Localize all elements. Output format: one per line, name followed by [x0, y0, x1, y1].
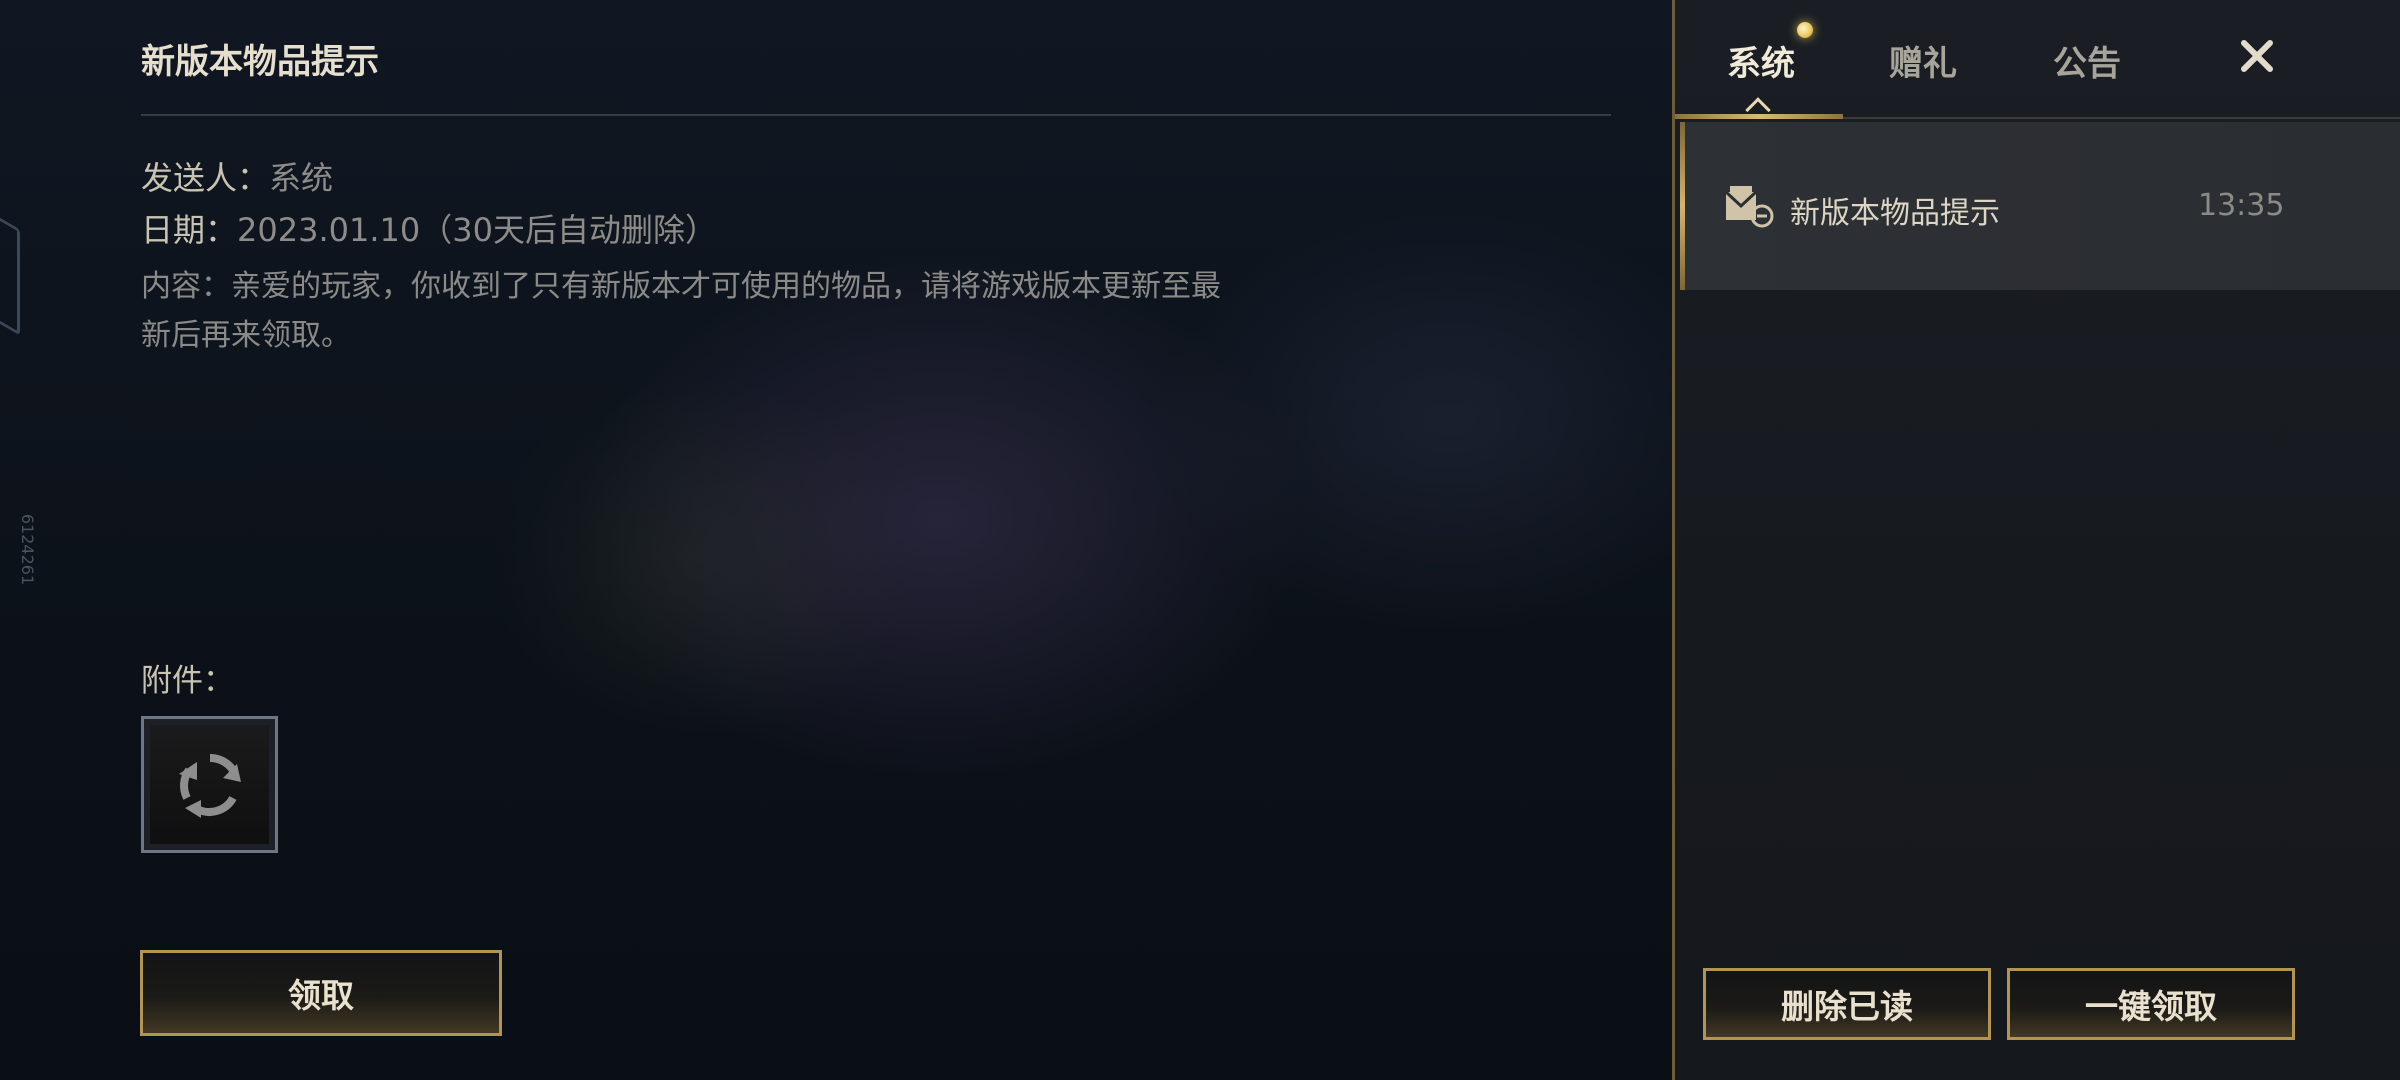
date-line: 日期：2023.01.10（30天后自动删除）	[141, 205, 717, 251]
unread-dot-icon	[1797, 22, 1813, 38]
sender-label: 发送人：	[141, 159, 270, 197]
tab-notice[interactable]: 公告	[2053, 36, 2121, 85]
claim-button[interactable]: 领取	[140, 950, 502, 1036]
selected-indicator	[1680, 122, 1685, 290]
mail-detail-title: 新版本物品提示	[141, 42, 379, 82]
mail-item-title: 新版本物品提示	[1790, 196, 2000, 231]
refresh-icon	[178, 753, 241, 818]
attachment-item	[150, 725, 269, 844]
date-label: 日期：	[141, 211, 238, 249]
sender-value: 系统	[269, 159, 334, 197]
date-value: 2023.01.10（30天后自动删除）	[237, 211, 717, 249]
attachment-label: 附件：	[141, 663, 234, 699]
delete-read-button[interactable]: 删除已读	[1703, 968, 1991, 1040]
mail-list-item[interactable]: 新版本物品提示 13:35	[1680, 122, 2400, 290]
mailbox-screen: 6124261 新版本物品提示 发送人：系统 日期：2023.01.10（30天…	[0, 0, 2400, 1080]
mail-detail-panel: 6124261 新版本物品提示 发送人：系统 日期：2023.01.10（30天…	[0, 0, 1672, 1080]
title-divider	[141, 114, 1611, 116]
close-icon	[2241, 40, 2273, 72]
left-edge-frame	[0, 200, 20, 336]
tab-gift[interactable]: 赠礼	[1889, 36, 1957, 85]
sender-line: 发送人：系统	[141, 153, 333, 199]
mail-list-panel: 系统 赠礼 公告 新版本物品提示 13:35 删除已读 一键领取	[1672, 0, 2400, 1080]
close-button[interactable]	[2233, 32, 2281, 80]
mail-envelope-icon	[1724, 186, 1774, 228]
attachment-slot[interactable]	[141, 716, 278, 853]
mail-item-time: 13:35	[2198, 188, 2285, 223]
claim-all-button[interactable]: 一键领取	[2007, 968, 2295, 1040]
mail-content: 内容：亲爱的玩家，你收到了只有新版本才可使用的物品，请将游戏版本更新至最新后再来…	[141, 269, 1221, 353]
side-id-text: 6124261	[18, 513, 38, 586]
tab-system[interactable]: 系统	[1727, 36, 1795, 85]
mail-tabs: 系统 赠礼 公告	[1675, 0, 2400, 123]
